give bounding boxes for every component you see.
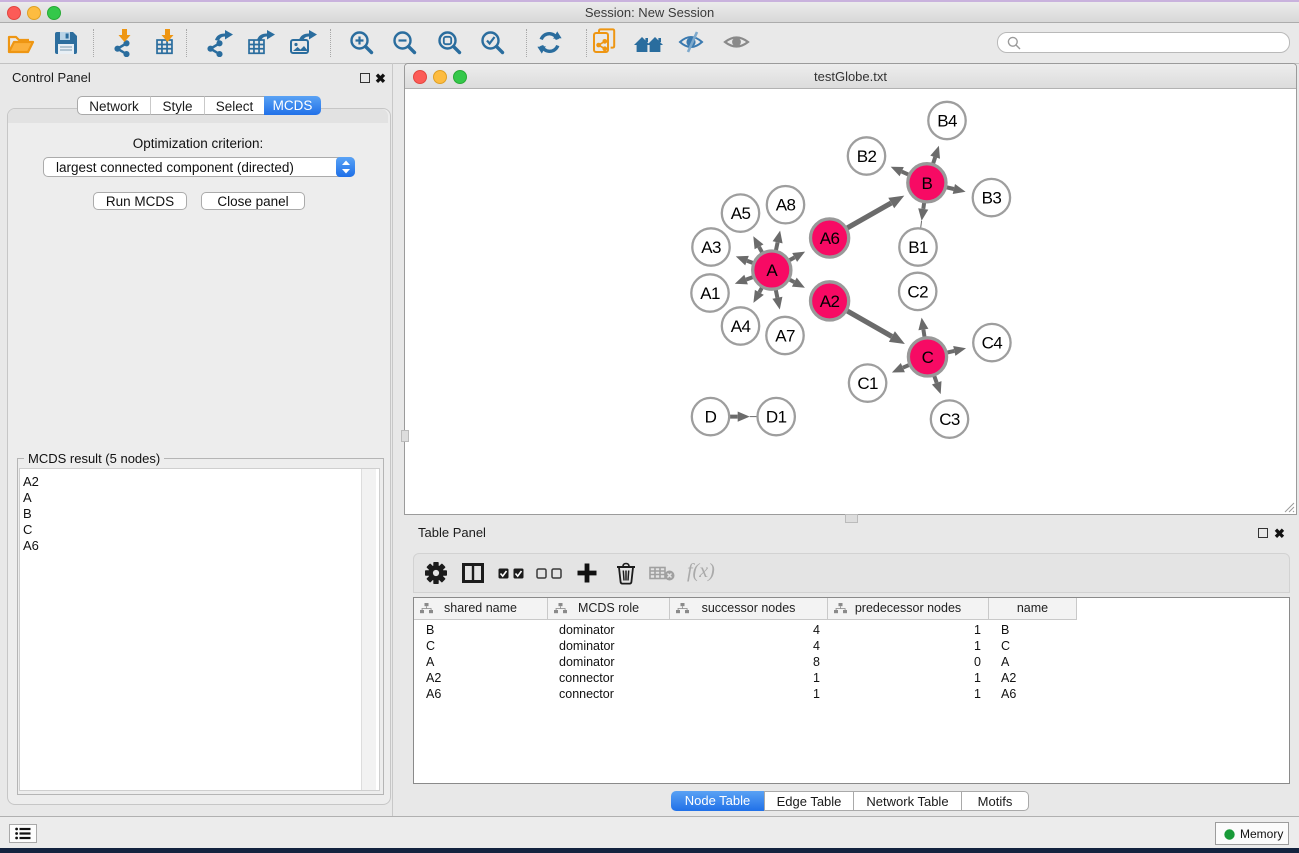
svg-text:B3: B3	[982, 189, 1002, 208]
svg-text:A5: A5	[731, 204, 751, 223]
svg-text:B1: B1	[908, 238, 928, 257]
svg-text:D: D	[705, 408, 717, 427]
svg-text:C: C	[922, 348, 934, 367]
svg-text:C1: C1	[857, 374, 878, 393]
svg-text:B2: B2	[857, 147, 877, 166]
svg-text:C4: C4	[982, 334, 1003, 353]
svg-text:A3: A3	[701, 238, 721, 257]
svg-text:A4: A4	[731, 317, 751, 336]
svg-text:C3: C3	[939, 410, 960, 429]
svg-text:A6: A6	[820, 229, 840, 248]
svg-text:A7: A7	[775, 327, 795, 346]
svg-text:A8: A8	[776, 196, 796, 215]
svg-text:A2: A2	[820, 292, 840, 311]
svg-text:D1: D1	[766, 408, 787, 427]
svg-text:A1: A1	[700, 284, 720, 303]
svg-text:A: A	[766, 261, 778, 280]
svg-text:B: B	[922, 174, 933, 193]
svg-text:C2: C2	[907, 282, 928, 301]
svg-text:B4: B4	[937, 112, 957, 131]
